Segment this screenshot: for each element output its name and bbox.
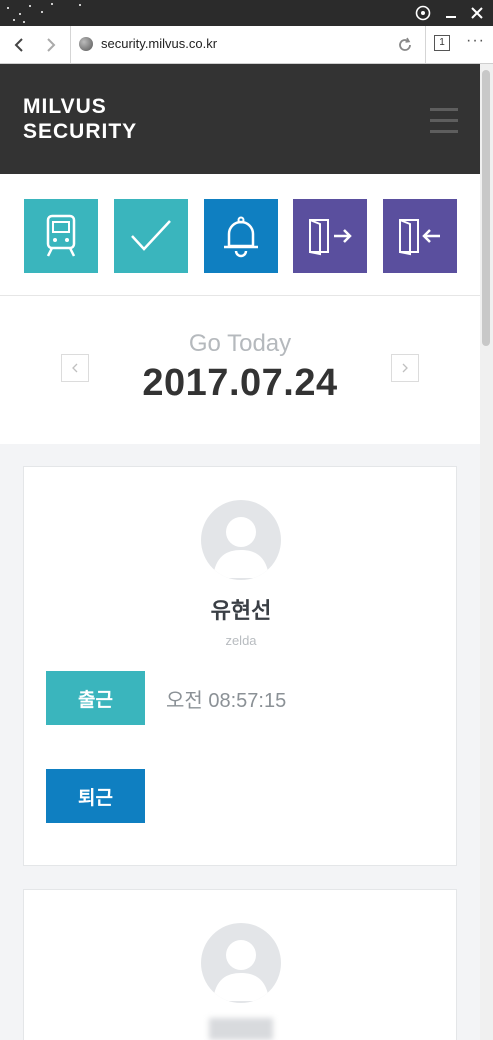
- decorative-stars: [7, 3, 81, 23]
- chevron-left-icon: [72, 363, 78, 373]
- avatar: [201, 923, 281, 1003]
- user-silhouette-icon: [213, 517, 269, 578]
- chevron-right-icon: [402, 363, 408, 373]
- site-header: MILVUS SECURITY: [0, 64, 480, 174]
- user-id: zelda: [225, 633, 257, 648]
- attendance-card: [23, 889, 457, 1040]
- checkin-time: 오전 08:57:15: [166, 690, 287, 712]
- commute-button[interactable]: [24, 199, 98, 273]
- quick-action-bar: [0, 174, 480, 296]
- close-icon[interactable]: [464, 0, 490, 26]
- download-icon[interactable]: [410, 0, 436, 26]
- user-silhouette-icon: [213, 940, 269, 1001]
- next-date-button[interactable]: [391, 354, 419, 382]
- attendance-card: 유현선 zelda 출근 오전 08:57:15 퇴근: [23, 466, 457, 866]
- logo-line-2: SECURITY: [23, 120, 138, 143]
- door-enter-icon: [399, 219, 440, 256]
- chevron-right-icon: [47, 38, 56, 52]
- alarm-button[interactable]: [204, 199, 278, 273]
- reload-icon[interactable]: [397, 33, 413, 58]
- more-icon[interactable]: ···: [466, 32, 485, 50]
- scrollbar-thumb[interactable]: [482, 70, 490, 346]
- site-icon: [79, 37, 93, 51]
- checkin-button[interactable]: 출근: [46, 671, 145, 725]
- window-titlebar: [0, 0, 493, 26]
- page-viewport: MILVUS SECURITY Go Today 2017.07.24 유현선 …: [0, 64, 480, 1040]
- prev-date-button[interactable]: [61, 354, 89, 382]
- checkmark-icon: [131, 220, 171, 251]
- user-name: 유현선: [210, 598, 272, 623]
- date-panel: Go Today 2017.07.24: [0, 296, 480, 444]
- bell-icon: [224, 216, 258, 258]
- checkout-button[interactable]: 퇴근: [46, 769, 145, 823]
- url-text: security.milvus.co.kr: [101, 36, 218, 51]
- chevron-left-icon: [14, 38, 23, 52]
- train-icon: [46, 214, 76, 257]
- door-exit-icon: [309, 219, 352, 256]
- back-button[interactable]: [4, 26, 34, 64]
- logo-line-1: MILVUS: [23, 95, 107, 118]
- check-button[interactable]: [114, 199, 188, 273]
- enter-button[interactable]: [383, 199, 457, 273]
- avatar: [201, 500, 281, 580]
- blurred-user-name: [209, 1018, 273, 1040]
- tab-count-button[interactable]: 1: [434, 35, 450, 51]
- url-field[interactable]: security.milvus.co.kr: [70, 26, 426, 63]
- hamburger-icon[interactable]: [430, 108, 458, 134]
- logo[interactable]: MILVUS SECURITY: [23, 94, 137, 144]
- exit-button[interactable]: [293, 199, 367, 273]
- forward-button[interactable]: [36, 26, 66, 64]
- address-bar: security.milvus.co.kr 1 ···: [0, 26, 493, 64]
- minimize-icon[interactable]: [438, 0, 464, 26]
